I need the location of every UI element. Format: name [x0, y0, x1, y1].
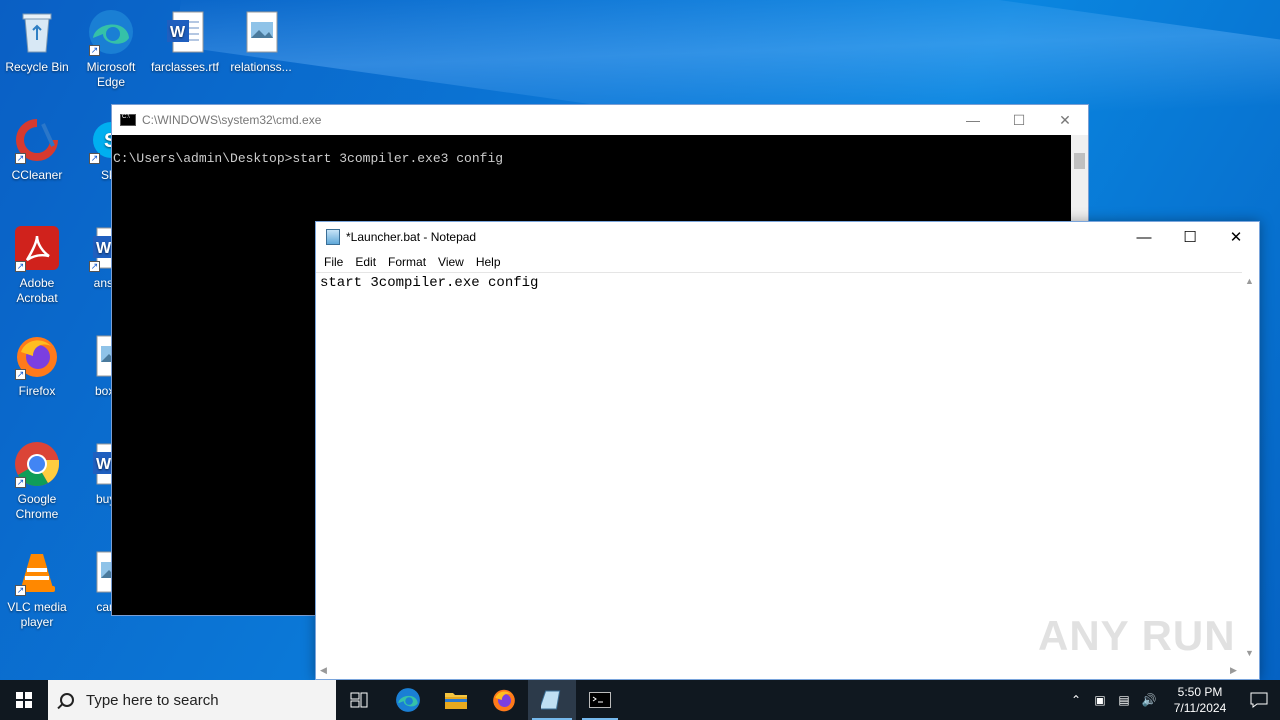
word-doc-icon: W — [161, 8, 209, 56]
chrome-icon: ↗ — [13, 440, 61, 488]
taskbar-firefox[interactable] — [480, 680, 528, 720]
notepad-text-area[interactable]: start 3compiler.exe config — [316, 272, 1259, 632]
notepad-menubar: File Edit Format View Help — [316, 252, 1259, 272]
image-file-icon — [237, 8, 285, 56]
search-icon — [60, 693, 74, 707]
icon-label: CCleaner — [11, 168, 63, 182]
notepad-titlebar[interactable]: *Launcher.bat - Notepad — ☐ ✕ — [316, 222, 1259, 252]
system-tray: ⌃ ▣ ▤ 🔊 5:50 PM 7/11/2024 — [1064, 680, 1280, 720]
notification-button[interactable] — [1238, 680, 1280, 720]
menu-view[interactable]: View — [432, 252, 470, 272]
start-button[interactable] — [0, 680, 48, 720]
network-icon[interactable]: ▤ — [1112, 693, 1136, 707]
shortcut-arrow-icon: ↗ — [89, 261, 100, 272]
firefox-icon — [493, 689, 515, 712]
shortcut-arrow-icon: ↗ — [15, 585, 26, 596]
task-view-icon — [350, 692, 368, 708]
desktop-icon-recycle-bin[interactable]: Recycle Bin — [0, 8, 74, 75]
maximize-button[interactable]: ☐ — [1167, 222, 1213, 252]
shortcut-arrow-icon: ↗ — [15, 153, 26, 164]
vlc-icon: ↗ — [13, 548, 61, 596]
icon-label: Google Chrome — [15, 492, 59, 521]
desktop-icon-vlc[interactable]: ↗ VLC media player — [0, 548, 74, 630]
cmd-title: C:\WINDOWS\system32\cmd.exe — [142, 113, 322, 127]
shortcut-arrow-icon: ↗ — [15, 369, 26, 380]
edge-icon: ↗ — [87, 8, 135, 56]
menu-file[interactable]: File — [318, 252, 349, 272]
shortcut-arrow-icon: ↗ — [15, 261, 26, 272]
desktop-icon-farclasses[interactable]: W farclasses.rtf — [148, 8, 222, 75]
minimize-button[interactable]: — — [1121, 222, 1167, 252]
clock-time: 5:50 PM — [1177, 685, 1223, 699]
desktop-icon-firefox[interactable]: ↗ Firefox — [0, 332, 74, 399]
scroll-thumb[interactable] — [1074, 153, 1085, 169]
clock[interactable]: 5:50 PM 7/11/2024 — [1162, 684, 1238, 716]
taskbar-cmd[interactable] — [576, 680, 624, 720]
notification-icon — [1250, 692, 1268, 708]
taskbar: Type here to search ⌃ ▣ ▤ 🔊 5:50 PM 7/11… — [0, 680, 1280, 720]
meet-now-icon[interactable]: ▣ — [1088, 693, 1112, 707]
icon-label: Adobe Acrobat — [16, 276, 58, 305]
icon-label: farclasses.rtf — [150, 60, 219, 74]
svg-text:W: W — [96, 240, 112, 257]
icon-label: Recycle Bin — [5, 60, 69, 74]
taskbar-search[interactable]: Type here to search — [48, 680, 336, 720]
icon-label: Microsoft Edge — [86, 60, 136, 89]
taskbar-file-explorer[interactable] — [432, 680, 480, 720]
task-view-button[interactable] — [336, 680, 384, 720]
icon-label: Firefox — [18, 384, 56, 398]
maximize-button[interactable]: ☐ — [996, 105, 1042, 135]
desktop-icon-relationss[interactable]: relationss... — [224, 8, 298, 75]
notepad-vertical-scrollbar[interactable]: ▲ ▼ — [1242, 272, 1259, 665]
icon-label: VLC media player — [7, 600, 67, 629]
menu-format[interactable]: Format — [382, 252, 432, 272]
notepad-horizontal-scrollbar[interactable]: ◀ ▶ — [316, 663, 1242, 680]
icon-label: relationss... — [230, 60, 292, 74]
scroll-right-icon[interactable]: ▶ — [1230, 665, 1237, 676]
shortcut-arrow-icon: ↗ — [15, 477, 26, 488]
minimize-button[interactable]: — — [950, 105, 996, 135]
menu-edit[interactable]: Edit — [349, 252, 382, 272]
close-button[interactable]: ✕ — [1042, 105, 1088, 135]
cmd-titlebar[interactable]: C:\WINDOWS\system32\cmd.exe — ☐ ✕ — [112, 105, 1088, 135]
notepad-title: *Launcher.bat - Notepad — [346, 230, 477, 244]
recycle-bin-icon — [13, 8, 61, 56]
acrobat-icon: ↗ — [13, 224, 61, 272]
folder-icon — [445, 693, 467, 709]
desktop-icon-adobe-acrobat[interactable]: ↗ Adobe Acrobat — [0, 224, 74, 306]
notepad-icon — [541, 690, 561, 710]
menu-help[interactable]: Help — [470, 252, 507, 272]
desktop: Recycle Bin ↗ CCleaner ↗ Adobe Acrobat ↗… — [0, 0, 1280, 680]
clock-date: 7/11/2024 — [1173, 701, 1227, 715]
scroll-down-icon[interactable]: ▼ — [1245, 648, 1254, 658]
notepad-content: start 3compiler.exe config — [320, 275, 539, 291]
svg-text:W: W — [170, 24, 186, 41]
ccleaner-icon: ↗ — [13, 116, 61, 164]
anyrun-watermark: ANY RUN — [1038, 612, 1236, 659]
notepad-icon — [326, 229, 340, 245]
firefox-icon: ↗ — [13, 332, 61, 380]
chevron-up-icon[interactable]: ⌃ — [1064, 693, 1088, 707]
desktop-icon-microsoft-edge[interactable]: ↗ Microsoft Edge — [74, 8, 148, 90]
taskbar-notepad[interactable] — [528, 680, 576, 720]
shortcut-arrow-icon: ↗ — [89, 153, 100, 164]
close-button[interactable]: ✕ — [1213, 222, 1259, 252]
cmd-icon — [589, 692, 611, 708]
taskbar-edge[interactable] — [384, 680, 432, 720]
scroll-up-icon[interactable]: ▲ — [1245, 276, 1254, 286]
desktop-icon-google-chrome[interactable]: ↗ Google Chrome — [0, 440, 74, 522]
shortcut-arrow-icon: ↗ — [89, 45, 100, 56]
cmd-line: C:\Users\admin\Desktop>start 3compiler.e… — [113, 151, 504, 166]
cmd-icon — [120, 114, 136, 126]
edge-icon — [396, 688, 420, 712]
scroll-left-icon[interactable]: ◀ — [320, 665, 327, 676]
windows-logo-icon — [16, 692, 32, 708]
search-placeholder: Type here to search — [86, 691, 219, 709]
desktop-icon-ccleaner[interactable]: ↗ CCleaner — [0, 116, 74, 183]
svg-text:W: W — [96, 456, 112, 473]
volume-icon[interactable]: 🔊 — [1136, 693, 1162, 707]
